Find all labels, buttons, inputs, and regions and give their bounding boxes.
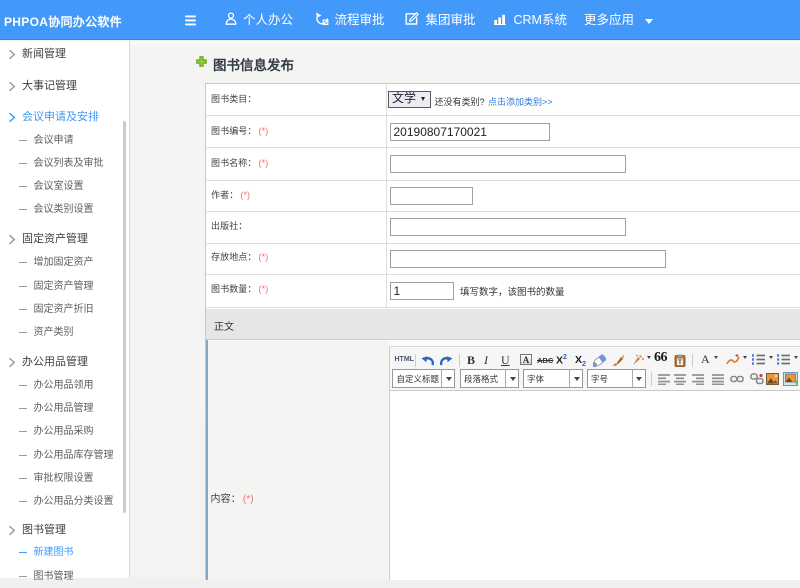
svg-text:T: T xyxy=(678,359,682,365)
